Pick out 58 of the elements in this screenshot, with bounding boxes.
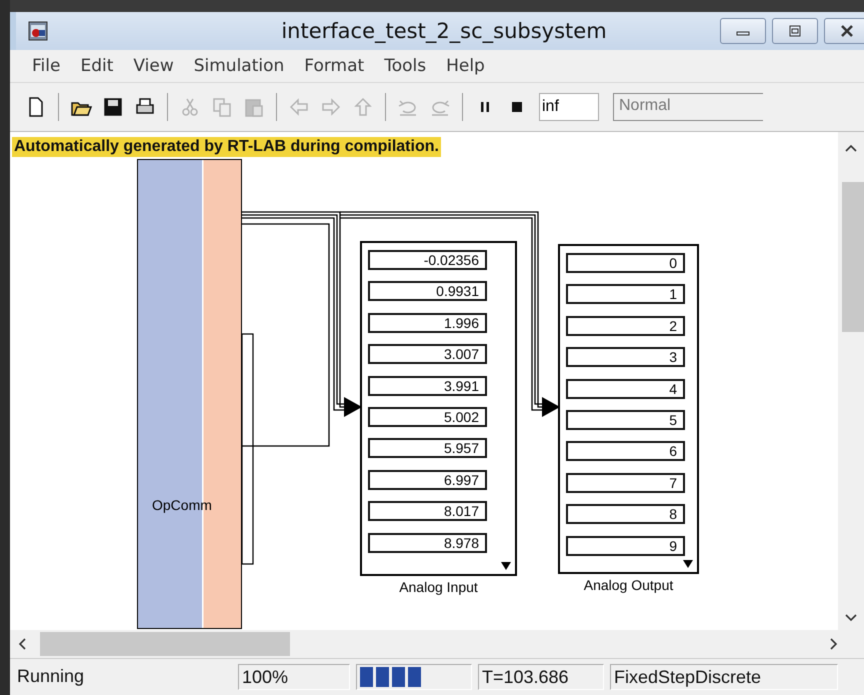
close-button[interactable] [824, 18, 864, 44]
display-value: 1 [566, 284, 685, 304]
triangle-icon [683, 560, 693, 568]
display-value: 6 [566, 441, 685, 462]
zoom-level: 100% [238, 664, 350, 690]
display-value: 5.957 [368, 438, 487, 458]
right-arrow-icon [320, 96, 342, 118]
display-value: -0.02356 [368, 250, 487, 270]
block-label: Analog Input [398, 579, 479, 595]
display-value: 8 [566, 504, 685, 524]
display-value: 0 [566, 253, 685, 273]
display-value: 6.997 [368, 470, 487, 490]
display-value: 8.978 [368, 532, 487, 553]
copy-icon [211, 96, 233, 118]
display-value: 5.002 [368, 406, 487, 427]
status-text: Running [16, 665, 86, 688]
stop-time-field[interactable]: inf [539, 93, 599, 121]
minimize-button[interactable] [720, 18, 766, 44]
solver-name: FixedStepDiscrete [610, 664, 838, 690]
display-block[interactable]: -0.02356 0.9931 1.996 3.007 3.991 5.002 5.957 6.997 8.017 8.978 [360, 241, 517, 576]
menu-item[interactable]: Edit [70, 56, 124, 76]
display-value: 4 [566, 378, 685, 399]
menu-item[interactable]: View [123, 56, 184, 76]
close-icon [839, 25, 855, 37]
scroll-up-icon[interactable] [845, 144, 857, 152]
up-arrow-icon [352, 96, 374, 118]
display-value: 2 [566, 316, 685, 336]
activity-indicator-icon [360, 667, 422, 687]
scroll-down-icon[interactable] [845, 614, 857, 622]
display-value: 9 [566, 536, 685, 556]
triangle-icon [501, 562, 511, 570]
display-value: 3 [566, 347, 685, 368]
menu-item[interactable]: Format [294, 56, 374, 76]
scroll-left-icon[interactable] [18, 638, 26, 650]
block-label: OpComm [152, 497, 212, 513]
menu-item[interactable]: Tools [374, 56, 436, 76]
menu-item[interactable]: Help [436, 56, 495, 76]
menu-item[interactable]: File [22, 56, 70, 76]
menu-item[interactable]: Simulation [184, 56, 294, 76]
display-value: 1.996 [368, 312, 487, 333]
maximize-icon [788, 25, 802, 37]
display-value: 5 [566, 410, 685, 430]
scroll-right-icon[interactable] [830, 638, 838, 650]
app-icon [28, 21, 48, 41]
maximize-button[interactable] [772, 18, 818, 44]
display-value: 8.017 [368, 501, 487, 522]
simulation-time: T=103.686 [478, 664, 604, 690]
block-label: Analog Output [582, 577, 674, 593]
display-value: 3.007 [368, 344, 487, 364]
mode-dropdown[interactable]: Normal [613, 93, 763, 121]
banner-text: Automatically generated by RT-LAB during compilation. [12, 137, 441, 157]
window-title: interface_test_2_sc_subsystem [280, 19, 608, 43]
display-value: 7 [566, 472, 685, 493]
left-arrow-icon [288, 96, 310, 118]
display-value: 0.9931 [368, 281, 487, 302]
opcomm-block[interactable]: OpComm [137, 159, 242, 629]
display-value: 3.991 [368, 376, 487, 396]
display-block[interactable]: 0 1 2 3 4 5 6 7 8 9 [558, 244, 699, 574]
